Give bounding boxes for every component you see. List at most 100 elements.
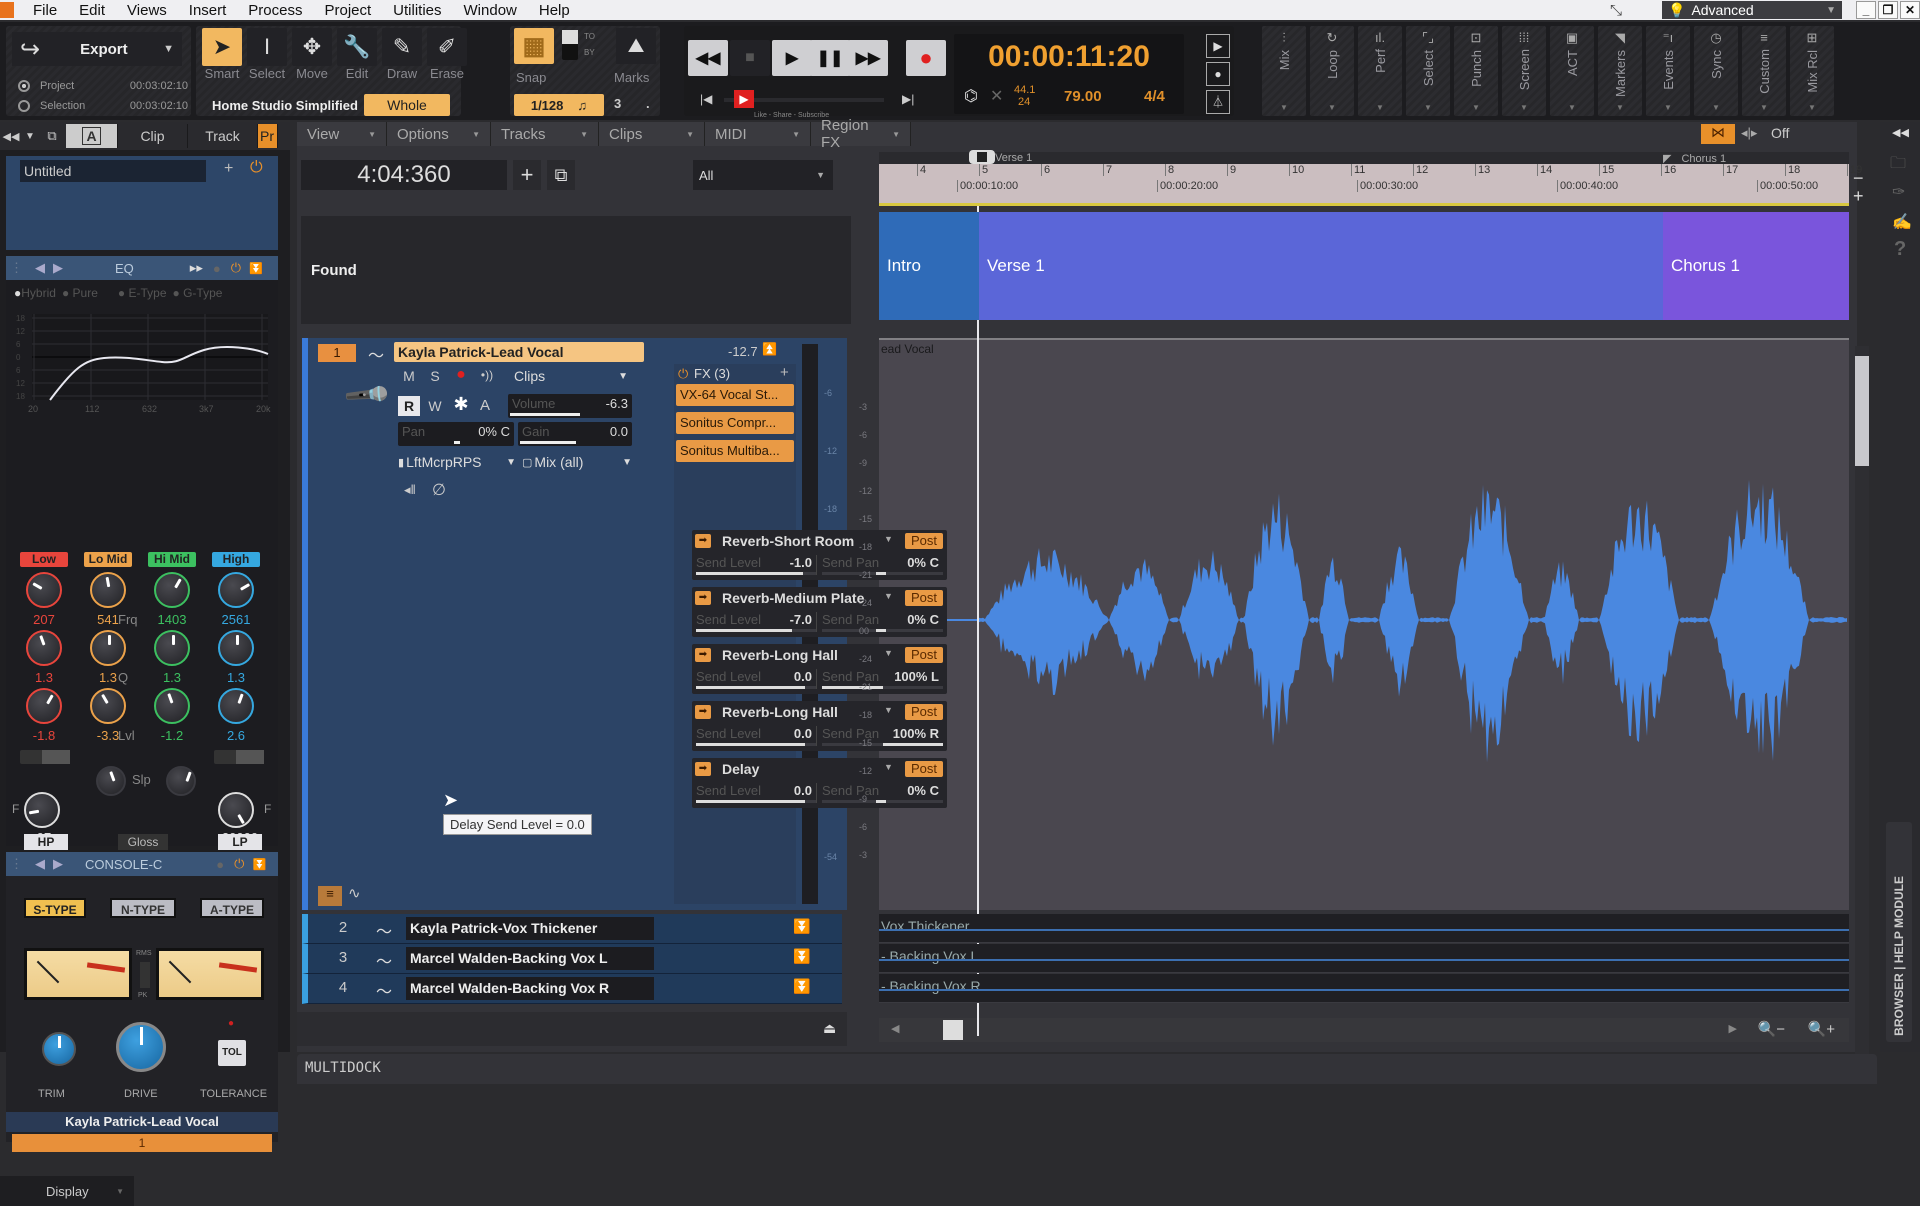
expand-track-icon[interactable]: ⏬	[793, 978, 810, 995]
add-module-icon[interactable]: +	[224, 160, 233, 178]
send-enable-icon[interactable]: ➡	[695, 762, 711, 776]
tempo[interactable]: 79.00	[1064, 88, 1102, 105]
metronome-button[interactable]: ⏃	[1206, 90, 1230, 114]
send-name[interactable]: Reverb-Long Hall	[722, 704, 838, 720]
band-hi-mid-level-knob[interactable]	[154, 688, 190, 724]
expand-ui-icon[interactable]: ▸▸	[190, 260, 203, 276]
tab-arranger[interactable]: A	[66, 124, 118, 148]
console-s-type-button[interactable]: S-TYPE	[24, 898, 86, 918]
now-time-display[interactable]: 4:04:360	[301, 160, 507, 190]
band-high-q-knob[interactable]	[218, 630, 254, 666]
send-name[interactable]: Reverb-Medium Plate	[722, 590, 864, 606]
low-slope-knob[interactable]	[96, 766, 126, 796]
tab-pro-channel[interactable]: Pr	[258, 124, 278, 148]
module-select[interactable]: ⌜⌟ Select ▼	[1406, 26, 1450, 116]
arranger-section-verse-1[interactable]: Verse 1	[979, 212, 1663, 320]
tolerance-button[interactable]: TOL	[218, 1040, 246, 1066]
trim-knob[interactable]	[42, 1032, 76, 1066]
band-lo-mid-level-knob[interactable]	[90, 688, 126, 724]
whole-button[interactable]: Whole	[364, 94, 450, 116]
send-level-slider[interactable]: Send Level -7.0	[696, 612, 817, 632]
send-name[interactable]: Delay	[722, 761, 759, 777]
chevron-down-icon[interactable]: ▼	[884, 534, 893, 544]
send-level-slider[interactable]: Send Level 0.0	[696, 726, 817, 746]
track-4[interactable]: 4 〜 Marcel Walden-Backing Vox R ⏬	[302, 974, 842, 1004]
menu-window[interactable]: Window	[453, 2, 528, 19]
horizontal-scrollbar[interactable]: ◀ ▶ 🔍− 🔍+	[879, 1018, 1849, 1042]
menu-tracks[interactable]: Tracks ▼	[491, 122, 599, 146]
module-custom[interactable]: ≡ Custom ▼	[1742, 26, 1786, 116]
menu-edit[interactable]: Edit	[68, 2, 116, 19]
now-time-slider-handle[interactable]: ▶	[734, 90, 754, 108]
gain-slider[interactable]: Gain 0.0	[518, 422, 632, 446]
eq-graph[interactable]: 1812606121820 112 632 3k7 20k	[14, 308, 276, 418]
snap-arrows-icon[interactable]: ◂|▸	[1741, 125, 1757, 141]
automation-icon[interactable]: ∿	[348, 884, 361, 902]
menu-file[interactable]: File	[22, 2, 68, 19]
next-icon[interactable]: ▶	[53, 856, 63, 872]
collapse-icon[interactable]: ⤡	[1610, 2, 1622, 19]
aim-assist-value[interactable]: Off	[1771, 125, 1789, 141]
read-automation-button[interactable]: R	[398, 396, 420, 416]
aim-assist-button[interactable]: ⋈	[1701, 124, 1735, 144]
send-pan-slider[interactable]: Send Pan 100% R	[822, 726, 943, 746]
tool-erase[interactable]: ✐ Erase	[427, 28, 467, 81]
clip-lead-vocal[interactable]: ead Vocal	[879, 338, 1849, 910]
eq-mode-hybrid[interactable]: ●Hybrid	[14, 286, 56, 300]
track-filter-select[interactable]: All ▼	[693, 160, 833, 190]
send-post-button[interactable]: Post	[905, 533, 943, 549]
chevron-down-icon[interactable]: ▼	[884, 648, 893, 658]
tool-select[interactable]: I Select	[247, 28, 287, 81]
solo-button[interactable]: S	[424, 368, 446, 384]
export-project-option[interactable]: Project 00:03:02:10	[18, 80, 188, 92]
module-perf[interactable]: ıl. Perf ▼	[1358, 26, 1402, 116]
zoom-in-vertical-button[interactable]: +	[1853, 186, 1864, 207]
band-high-freq-knob[interactable]	[218, 572, 254, 608]
band-lo-mid-q-knob[interactable]	[90, 630, 126, 666]
tab-track[interactable]: Track	[188, 124, 258, 148]
snap-button[interactable]: ▦	[514, 28, 554, 64]
eject-icon[interactable]: ⏏	[823, 1020, 836, 1037]
freeze-button[interactable]: ✱	[450, 394, 472, 415]
snap-to-by-toggle[interactable]	[562, 30, 578, 60]
track-name-field[interactable]: Kayla Patrick-Lead Vocal	[394, 342, 644, 362]
send-enable-icon[interactable]: ➡	[695, 705, 711, 719]
tab-clip[interactable]: Clip	[118, 124, 188, 148]
go-to-end-button[interactable]: ▶|	[902, 92, 914, 106]
mute-button[interactable]: M	[398, 368, 420, 384]
menu-view[interactable]: View ▼	[297, 122, 387, 146]
chevron-down-icon[interactable]: ▼	[884, 705, 893, 715]
add-fx-icon[interactable]: +	[780, 364, 789, 381]
output-select[interactable]: ▢ Mix (all) ▼	[522, 452, 632, 472]
clip-2[interactable]: Vox Thickener	[879, 914, 1849, 943]
next-icon[interactable]: ▶	[53, 260, 63, 276]
send-post-button[interactable]: Post	[905, 647, 943, 663]
fx-slot-2[interactable]: Sonitus Compr...	[676, 412, 794, 434]
tool-smart[interactable]: ➤ Smart	[202, 28, 242, 81]
drag-handle-icon[interactable]: ⋮	[10, 260, 23, 276]
band-low-button[interactable]: Low	[20, 552, 68, 567]
volume-slider[interactable]: Volume -6.3	[508, 394, 632, 418]
input-echo-button[interactable]: •))	[474, 368, 500, 382]
rewind-button[interactable]: ◀◀	[688, 40, 728, 76]
send-enable-icon[interactable]: ➡	[695, 648, 711, 662]
minimize-button[interactable]: _	[1856, 1, 1876, 19]
send-pan-slider[interactable]: Send Pan 0% C	[822, 783, 943, 803]
drive-knob[interactable]	[116, 1022, 166, 1072]
pan-slider[interactable]: Pan 0% C	[398, 422, 514, 446]
marks-button[interactable]: ⛰	[616, 28, 656, 64]
scroll-right-icon[interactable]: ▶	[1729, 1022, 1737, 1035]
chevron-down-icon[interactable]: ▼	[884, 591, 893, 601]
band-low-level-knob[interactable]	[26, 688, 62, 724]
menu-utilities[interactable]: Utilities	[382, 2, 452, 19]
preset-name-field[interactable]: Untitled	[20, 160, 206, 182]
track-3[interactable]: 3 〜 Marcel Walden-Backing Vox L ⏬	[302, 944, 842, 974]
scroll-left-icon[interactable]: ◀	[891, 1022, 899, 1035]
float-icon[interactable]: ⧉	[38, 128, 66, 144]
hp-shape-toggle[interactable]	[20, 750, 70, 764]
restore-button[interactable]: ❐	[1878, 1, 1898, 19]
track-2[interactable]: 2 〜 Kayla Patrick-Vox Thickener ⏬	[302, 914, 842, 944]
collapse-icon[interactable]: ⏬	[252, 858, 266, 871]
send-enable-icon[interactable]: ➡	[695, 591, 711, 605]
console-n-type-button[interactable]: N-TYPE	[110, 898, 176, 918]
